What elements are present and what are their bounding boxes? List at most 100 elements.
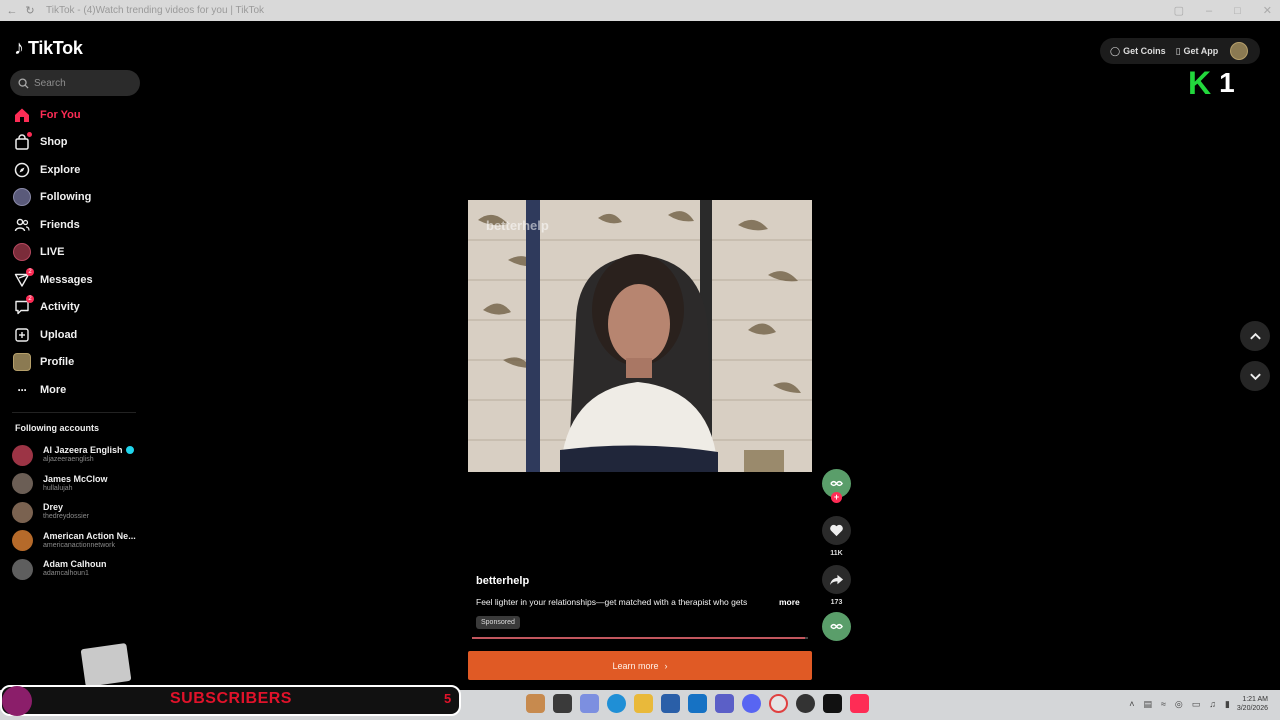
sidebar-item-friends[interactable]: Friends [12,211,142,239]
verified-badge-icon [125,446,134,455]
more-link[interactable]: more [779,597,800,607]
account-handle: americanactionnetwork [43,541,115,549]
chevron-right-icon: › [664,660,668,671]
account-item[interactable]: Adam Calhoun adamcalhoun1 [12,555,152,584]
sidebar-item-messages[interactable]: 2 Messages [12,266,142,294]
sidebar-toggle-icon[interactable]: ▢ [1174,4,1184,17]
sidebar-item-label: Profile [40,356,75,369]
next-video-button[interactable] [1240,361,1270,391]
maximize-icon[interactable]: □ [1234,5,1241,17]
stream-counter-overlay: K 1 [1188,66,1235,100]
wifi-icon[interactable]: ≈ [1161,699,1166,710]
edge-app-icon[interactable] [607,694,626,713]
shop-icon [12,132,32,152]
sidebar-item-activity[interactable]: 2 Activity [12,294,142,322]
search-box[interactable] [10,70,140,96]
close-icon[interactable]: ✕ [1263,4,1272,17]
opera-app-icon[interactable] [769,694,788,713]
activity-badge: 2 [26,295,34,304]
video-player[interactable]: betterhelp [468,200,812,472]
sidebar-item-more[interactable]: ··· More [12,376,142,404]
following-accounts-list: Al Jazeera English aljazeeraenglish Jame… [12,441,152,584]
account-name: Al Jazeera English [43,445,123,456]
sidebar-nav: For You Shop Explore Following Friends L… [12,101,142,404]
tiktok-pwa-app-icon[interactable] [850,694,869,713]
sidebar-item-label: Upload [40,328,78,341]
share-button[interactable] [822,565,851,594]
sticker-image [80,642,132,688]
reload-icon[interactable]: ↻ [24,5,36,17]
microphone-icon[interactable]: ◎ [1175,699,1183,710]
network-icon[interactable]: ▤ [1143,699,1152,710]
get-app-button[interactable]: ▯ Get App [1176,46,1219,57]
sidebar-item-live[interactable]: LIVE [12,239,142,267]
tiktok-logo[interactable]: ♪ TikTok [14,37,83,60]
sidebar-item-label: Following [40,191,92,204]
account-item[interactable]: James McClow hullalujah [12,470,152,499]
sidebar-item-profile[interactable]: Profile [12,349,142,377]
discord-app-icon[interactable] [742,694,761,713]
outlook-app-icon[interactable] [688,694,707,713]
account-name: James McClow [43,473,108,484]
more-icon: ··· [17,382,28,397]
video-description: Feel lighter in your relationships—get m… [476,597,748,607]
upload-icon [12,325,32,345]
follow-plus-icon[interactable]: + [831,492,842,503]
folder-app-icon[interactable] [634,694,653,713]
learn-more-button[interactable]: Learn more › [468,651,812,680]
sidebar-item-explore[interactable]: Explore [12,156,142,184]
battery-icon[interactable]: ▮ [1225,699,1230,710]
video-progress-bar[interactable] [472,637,808,639]
sound-disc-button[interactable] [822,612,851,641]
like-button[interactable] [822,516,851,545]
messages-icon: 2 [12,267,34,290]
video-watermark: betterhelp [486,218,549,233]
sidebar-item-label: Messages [40,273,93,286]
widgets-app-icon[interactable] [526,694,545,713]
window-title: TikTok - (4)Watch trending videos for yo… [46,5,265,16]
chevron-up-tray-icon[interactable]: ˄ [1129,699,1134,710]
sidebar-item-label: More [40,383,67,396]
minimize-icon[interactable]: – [1206,5,1212,17]
file-explorer-app-icon[interactable] [553,694,572,713]
account-handle: aljazeeraenglish [43,456,94,464]
following-accounts-heading: Following accounts [15,423,100,433]
back-icon[interactable]: ← [6,5,18,17]
volume-icon[interactable]: ♫ [1209,699,1216,710]
sidebar-item-shop[interactable]: Shop [12,129,142,157]
profile-avatar[interactable] [1230,42,1249,60]
account-item[interactable]: Al Jazeera English aljazeeraenglish [12,441,152,470]
display-icon[interactable]: ▭ [1192,699,1201,710]
obs-app-icon[interactable] [796,694,815,713]
window-controls: ▢ – □ ✕ [1174,0,1272,21]
tiktok-app-icon[interactable] [823,694,842,713]
teams-app-icon[interactable] [715,694,734,713]
tiktok-note-icon: ♪ [14,37,24,59]
music-disc-icon [830,623,844,630]
betterhelp-logo-icon [830,480,844,487]
account-item[interactable]: Drey thedreydossier [12,498,152,527]
sidebar-item-label: Shop [40,136,68,149]
subscribers-label: SUBSCRIBERS [170,690,292,707]
account-handle: thedreydossier [43,513,89,521]
sidebar-item-label: LIVE [40,246,65,259]
system-tray: ˄ ▤ ≈ ◎ ▭ ♫ ▮ [1129,699,1230,710]
sidebar-item-label: Friends [40,218,80,231]
store-app-icon[interactable] [661,694,680,713]
chevron-down-icon [1249,373,1261,380]
share-count: 173 [830,599,843,606]
copilot-app-icon[interactable] [580,694,599,713]
taskbar-clock[interactable]: 1:21 AM 3/20/2026 [1237,695,1268,713]
search-icon [18,77,29,89]
get-coins-button[interactable]: ◯ Get Coins [1110,46,1166,57]
learn-more-label: Learn more [612,660,659,671]
sidebar-item-label: For You [40,108,81,121]
sidebar-item-for-you[interactable]: For You [12,101,142,129]
clock-time: 1:21 AM [1242,696,1268,703]
video-author[interactable]: betterhelp [476,575,529,587]
search-input[interactable] [34,77,134,89]
sidebar-item-upload[interactable]: Upload [12,321,142,349]
sidebar-item-following[interactable]: Following [12,184,142,212]
account-item[interactable]: American Action Ne... americanactionnetw… [12,527,152,556]
previous-video-button[interactable] [1240,321,1270,351]
